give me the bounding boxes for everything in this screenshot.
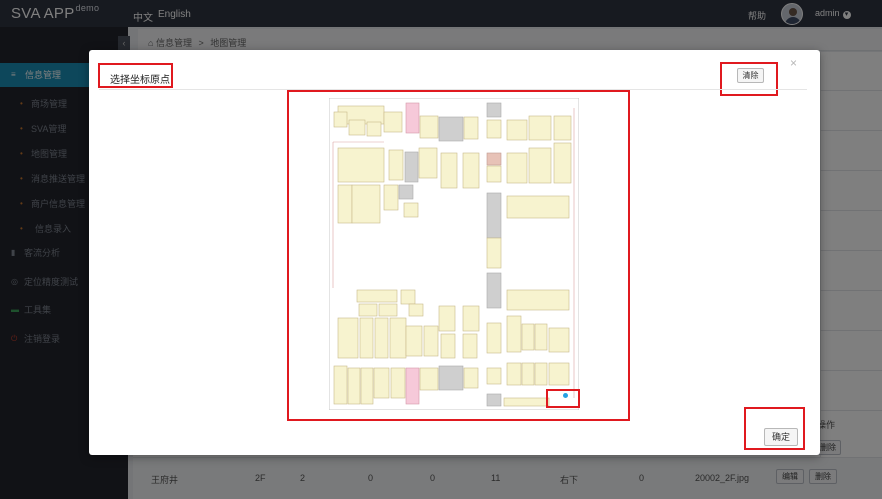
shop <box>358 303 378 317</box>
shop <box>404 151 419 183</box>
shop <box>374 317 389 359</box>
shop <box>438 365 464 391</box>
shop <box>378 303 398 317</box>
confirm-button[interactable]: 确定 <box>764 428 798 446</box>
shop <box>337 147 385 183</box>
shop <box>486 367 502 385</box>
shop <box>553 115 572 141</box>
shop <box>521 362 535 386</box>
shop <box>359 317 374 359</box>
shop <box>440 333 456 359</box>
clear-button[interactable]: 清除 <box>737 68 764 83</box>
select-origin-dialog: 选择坐标原点 × 清除 确定 <box>89 50 820 455</box>
shop <box>348 119 366 136</box>
shop <box>462 305 480 332</box>
annotation-box <box>546 389 580 408</box>
shop <box>553 142 572 184</box>
shop <box>405 367 420 405</box>
shop <box>400 289 416 305</box>
shop <box>398 184 414 200</box>
shop <box>486 152 502 166</box>
shop <box>333 111 348 128</box>
shop <box>548 362 570 386</box>
shop <box>403 202 419 218</box>
shop <box>383 111 403 133</box>
shop <box>388 149 404 181</box>
shop <box>506 152 528 184</box>
shop <box>486 237 502 269</box>
shop <box>356 289 398 303</box>
shop <box>521 323 535 351</box>
shop <box>486 102 502 118</box>
shop <box>373 367 390 399</box>
shop <box>360 367 374 405</box>
shop <box>506 289 570 311</box>
shop <box>528 147 552 184</box>
shop <box>528 115 552 141</box>
shop <box>337 184 353 224</box>
shop <box>486 393 502 407</box>
shop <box>534 323 548 351</box>
shop <box>440 152 458 189</box>
shop <box>506 315 522 353</box>
shop <box>486 272 502 309</box>
shop <box>463 116 479 140</box>
shop <box>389 317 407 359</box>
shop <box>463 367 479 389</box>
shop <box>405 102 420 134</box>
shop <box>462 152 480 189</box>
shop <box>333 365 348 405</box>
shop <box>418 147 438 179</box>
shop <box>383 184 399 211</box>
shop <box>405 325 423 357</box>
shop <box>366 121 382 137</box>
shop <box>423 325 439 357</box>
shop <box>438 305 456 332</box>
shop <box>486 192 502 239</box>
shop <box>419 367 439 391</box>
close-icon[interactable]: × <box>790 56 797 70</box>
shop <box>419 115 439 139</box>
origin-marker[interactable] <box>563 393 568 398</box>
shop <box>408 303 424 317</box>
dialog-title: 选择坐标原点 <box>110 75 170 86</box>
shop <box>548 327 570 353</box>
shop <box>506 362 522 386</box>
shop <box>486 119 502 139</box>
shop <box>438 116 464 142</box>
shop <box>503 397 550 407</box>
shop <box>390 367 406 399</box>
shop <box>486 322 502 354</box>
shop <box>337 317 359 359</box>
shop <box>351 184 381 224</box>
shop <box>506 119 528 141</box>
floor-plan-map[interactable] <box>329 98 579 410</box>
shop <box>486 165 502 183</box>
shop <box>506 195 570 219</box>
shop <box>347 367 361 405</box>
shop <box>462 333 478 359</box>
shop <box>534 362 548 386</box>
